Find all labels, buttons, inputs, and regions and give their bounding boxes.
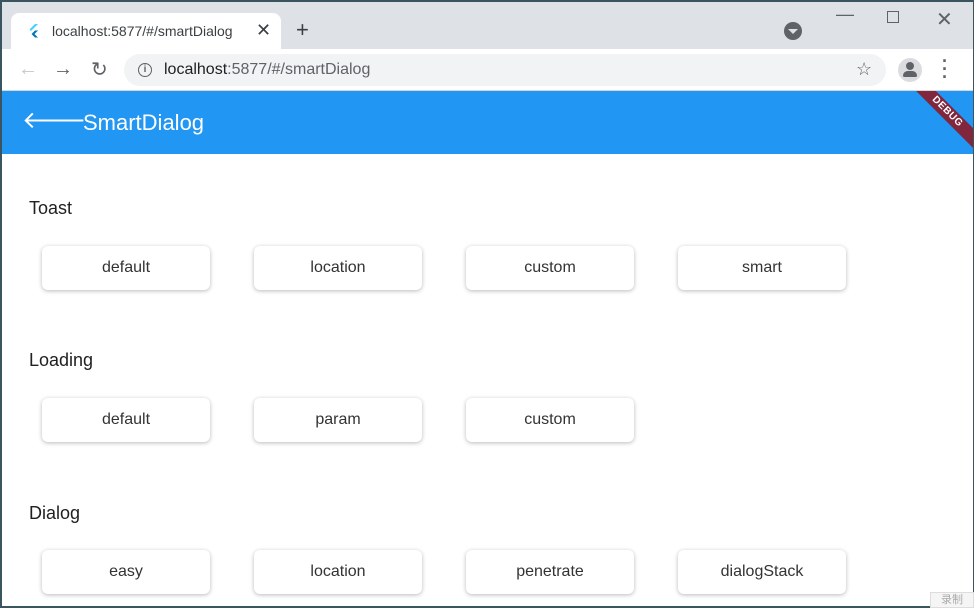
dialog-location-button[interactable]: location	[254, 550, 422, 594]
bookmark-star-icon[interactable]: ☆	[856, 59, 872, 80]
url-host: localhost	[164, 61, 228, 78]
tab-title: localhost:5877/#/smartDialog	[52, 23, 233, 39]
reload-icon[interactable]: ↻	[91, 57, 108, 82]
section-title-dialog: Dialog	[29, 503, 81, 523]
tab-close-icon[interactable]: ✕	[256, 20, 271, 40]
record-badge[interactable]: 录制	[930, 592, 974, 608]
browser-toolbar: ← → ↻ i localhost:5877/#/smartDialog ☆ ·…	[2, 49, 973, 91]
browser-tab[interactable]: localhost:5877/#/smartDialog ✕	[11, 13, 281, 49]
page-title: SmartDialog	[83, 110, 205, 135]
minimize-icon[interactable]: —	[836, 4, 854, 25]
app-bar: 🡐 SmartDialog DEBUG	[2, 91, 973, 154]
dialog-penetrate-button[interactable]: penetrate	[466, 550, 634, 594]
loading-default-button[interactable]: default	[42, 398, 210, 442]
back-arrow-icon[interactable]: ←	[18, 58, 38, 81]
section-title-toast: Toast	[29, 198, 73, 218]
main-content: Toast default location custom smart Load…	[2, 154, 973, 606]
maximize-icon[interactable]	[887, 11, 899, 23]
tab-search-icon[interactable]	[784, 22, 802, 40]
toast-location-button[interactable]: location	[254, 246, 422, 290]
site-info-icon[interactable]: i	[138, 63, 152, 77]
url-text[interactable]: localhost:5877/#/smartDialog	[164, 61, 370, 79]
toast-default-button[interactable]: default	[42, 246, 210, 290]
toast-custom-button[interactable]: custom	[466, 246, 634, 290]
section-title-loading: Loading	[29, 350, 94, 370]
url-path: :5877/#/smartDialog	[227, 61, 371, 78]
flutter-icon	[29, 24, 38, 38]
back-arrow-icon[interactable]: 🡐	[22, 107, 86, 135]
profile-avatar-icon[interactable]	[898, 58, 922, 82]
kebab-menu-icon[interactable]: · · ·	[939, 52, 951, 86]
browser-window: localhost:5877/#/smartDialog ✕ + — ✕ ← →…	[2, 2, 973, 606]
forward-arrow-icon[interactable]: →	[53, 58, 73, 81]
dialog-easy-button[interactable]: easy	[42, 550, 210, 594]
address-bar[interactable]: i localhost:5877/#/smartDialog ☆	[124, 54, 886, 86]
debug-banner: DEBUG	[906, 91, 973, 153]
dialog-dialogstack-button[interactable]: dialogStack	[678, 550, 846, 594]
new-tab-button[interactable]: +	[296, 18, 309, 42]
tab-strip: localhost:5877/#/smartDialog ✕ + — ✕	[2, 2, 973, 49]
loading-custom-button[interactable]: custom	[466, 398, 634, 442]
toast-smart-button[interactable]: smart	[678, 246, 846, 290]
loading-param-button[interactable]: param	[254, 398, 422, 442]
window-close-icon[interactable]: ✕	[936, 7, 953, 32]
